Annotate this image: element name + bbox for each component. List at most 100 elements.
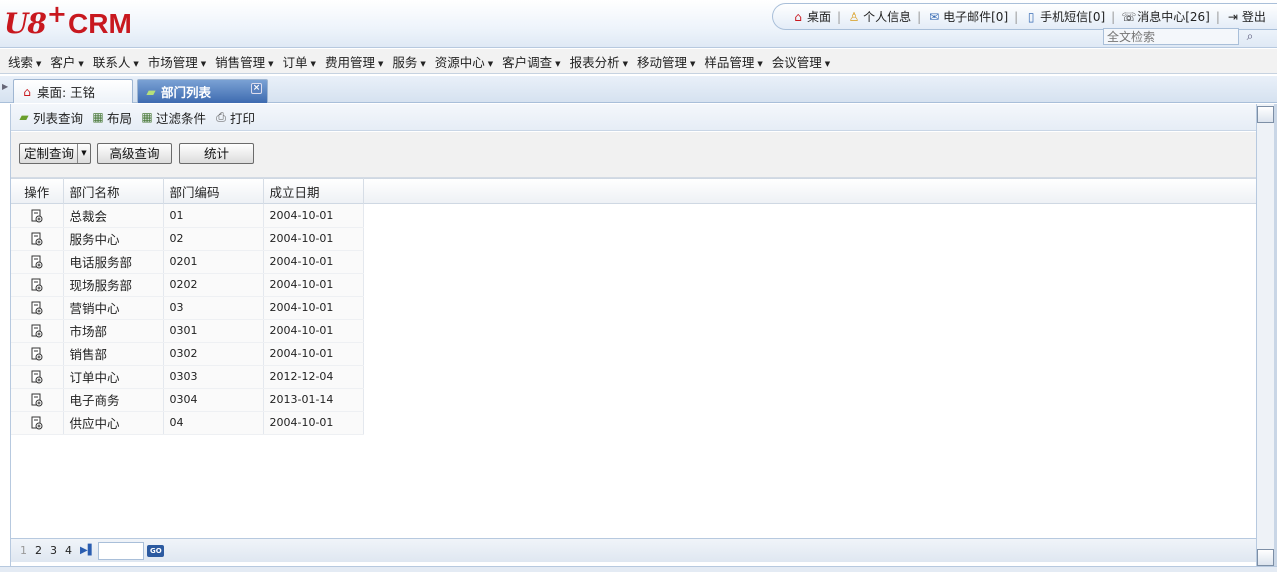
caret-down-icon: ▼ bbox=[310, 59, 316, 68]
table-row[interactable]: 营销中心 03 2004-10-01 bbox=[11, 296, 364, 320]
print-button[interactable]: ⎙ 打印 bbox=[214, 108, 255, 127]
menu-marketing[interactable]: 市场管理 ▼ bbox=[148, 52, 206, 71]
view-detail-icon[interactable] bbox=[30, 347, 44, 361]
sms-link[interactable]: ▯ 手机短信[0] bbox=[1024, 8, 1105, 25]
layout-button[interactable]: ▦ 布局 bbox=[91, 108, 132, 127]
tab-desktop-label: 桌面: 王铭 bbox=[37, 85, 96, 100]
profile-link[interactable]: ♙ 个人信息 bbox=[847, 8, 911, 25]
caret-down-icon: ▼ bbox=[420, 59, 426, 68]
table-row[interactable]: 销售部 0302 2004-10-01 bbox=[11, 342, 364, 366]
table-row[interactable]: 服务中心 02 2004-10-01 bbox=[11, 227, 364, 251]
menu-contacts[interactable]: 联系人 ▼ bbox=[93, 52, 139, 71]
go-button[interactable]: GO bbox=[147, 544, 165, 557]
view-detail-icon[interactable] bbox=[30, 301, 44, 315]
phone-icon: ▯ bbox=[1027, 9, 1035, 24]
view-detail-icon[interactable] bbox=[30, 324, 44, 338]
col-header-code[interactable]: 部门编码 bbox=[163, 178, 264, 204]
app-header: U8 + CRM ⌂ 桌面 | ♙ 个人信息 | ✉ 电子邮件[0] | ▯ 手机短信[… bbox=[0, 0, 1277, 48]
dept-code-cell: 02 bbox=[163, 227, 264, 251]
query-bar: 定制查询 ▼ 高级查询 统计 bbox=[11, 132, 1257, 178]
table-row[interactable]: 供应中心 04 2004-10-01 bbox=[11, 411, 364, 435]
row-action-cell bbox=[11, 411, 64, 435]
tab-desktop[interactable]: ⌂ 桌面: 王铭 bbox=[13, 79, 133, 103]
dropdown-arrow-icon[interactable]: ▼ bbox=[77, 144, 90, 163]
row-action-cell bbox=[11, 365, 64, 389]
collapse-handle-icon[interactable]: ▶ bbox=[2, 82, 8, 91]
profile-link-label: 个人信息 bbox=[863, 10, 912, 24]
list-query-label: 列表查询 bbox=[33, 110, 84, 126]
filter-button[interactable]: ▦ 过滤条件 bbox=[140, 108, 206, 127]
message-center-icon: ☏ bbox=[1121, 9, 1137, 24]
table-row[interactable]: 总裁会 01 2004-10-01 bbox=[11, 204, 364, 228]
menu-mobile[interactable]: 移动管理 ▼ bbox=[637, 52, 695, 71]
table-header-row: 操作 部门名称 部门编码 成立日期 bbox=[11, 178, 364, 204]
dept-code-cell: 0302 bbox=[163, 342, 264, 366]
menu-meetings[interactable]: 会议管理 ▼ bbox=[772, 52, 830, 71]
view-detail-icon[interactable] bbox=[30, 416, 44, 430]
scroll-down-button[interactable] bbox=[1257, 549, 1274, 566]
menu-resources[interactable]: 资源中心 ▼ bbox=[435, 52, 493, 71]
page-3[interactable]: 3 bbox=[50, 544, 57, 557]
search-icon[interactable]: ⌕ bbox=[1239, 28, 1261, 45]
row-action-cell bbox=[11, 227, 64, 251]
message-center-label: 消息中心[26] bbox=[1137, 10, 1210, 24]
row-action-cell bbox=[11, 296, 64, 320]
menu-customers[interactable]: 客户 ▼ bbox=[50, 52, 83, 71]
menu-surveys[interactable]: 客户调查 ▼ bbox=[502, 52, 560, 71]
tab-department-list[interactable]: ▰ 部门列表 × bbox=[137, 79, 268, 103]
view-detail-icon[interactable] bbox=[30, 370, 44, 384]
dept-name-cell: 销售部 bbox=[63, 342, 164, 366]
fulltext-search: ⌕ bbox=[1103, 28, 1261, 45]
row-action-cell bbox=[11, 319, 64, 343]
dept-name-cell: 服务中心 bbox=[63, 227, 164, 251]
caret-down-icon: ▼ bbox=[824, 59, 831, 68]
table-row[interactable]: 市场部 0301 2004-10-01 bbox=[11, 319, 364, 343]
custom-query-dropdown[interactable]: 定制查询 ▼ bbox=[19, 143, 91, 164]
advanced-query-button[interactable]: 高级查询 bbox=[97, 143, 172, 164]
statistics-button[interactable]: 统计 bbox=[179, 143, 254, 164]
dept-date-cell: 2012-12-04 bbox=[263, 365, 364, 389]
caret-down-icon: ▼ bbox=[133, 59, 139, 68]
menu-service[interactable]: 服务 ▼ bbox=[392, 52, 425, 71]
table-row[interactable]: 现场服务部 0202 2004-10-01 bbox=[11, 273, 364, 297]
fulltext-search-input[interactable] bbox=[1103, 28, 1239, 45]
caret-down-icon: ▼ bbox=[689, 59, 696, 68]
dept-name-cell: 电子商务 bbox=[63, 388, 164, 412]
table-row[interactable]: 电话服务部 0201 2004-10-01 bbox=[11, 250, 364, 274]
dept-date-cell: 2004-10-01 bbox=[263, 204, 364, 228]
col-header-date[interactable]: 成立日期 bbox=[263, 178, 364, 204]
page-4[interactable]: 4 bbox=[65, 544, 72, 557]
list-toolbar: ▰ 列表查询 ▦ 布局 ▦ 过滤条件 ⎙ 打印 bbox=[11, 104, 1257, 131]
list-query-button[interactable]: ▰ 列表查询 bbox=[17, 108, 83, 127]
message-center-link[interactable]: ☏ 消息中心[26] bbox=[1121, 8, 1210, 25]
scroll-up-button[interactable] bbox=[1257, 106, 1274, 123]
layout-label: 布局 bbox=[107, 110, 133, 126]
menu-orders[interactable]: 订单 ▼ bbox=[283, 52, 316, 71]
dept-date-cell: 2004-10-01 bbox=[263, 227, 364, 251]
page-number-input[interactable] bbox=[98, 541, 145, 560]
col-header-name[interactable]: 部门名称 bbox=[63, 178, 164, 204]
table-row[interactable]: 订单中心 0303 2012-12-04 bbox=[11, 365, 364, 389]
vertical-scrollbar[interactable] bbox=[1256, 104, 1274, 568]
view-detail-icon[interactable] bbox=[30, 393, 44, 407]
view-detail-icon[interactable] bbox=[30, 255, 44, 269]
dept-date-cell: 2013-01-14 bbox=[263, 388, 364, 412]
home-icon: ⌂ bbox=[23, 84, 31, 99]
menu-leads[interactable]: 线索 ▼ bbox=[8, 52, 41, 71]
menu-reports[interactable]: 报表分析 ▼ bbox=[570, 52, 628, 71]
logout-link[interactable]: ⇥ 登出 bbox=[1226, 8, 1266, 25]
desktop-link-label: 桌面 bbox=[807, 10, 832, 24]
table-row[interactable]: 电子商务 0304 2013-01-14 bbox=[11, 388, 364, 412]
menu-samples[interactable]: 样品管理 ▼ bbox=[704, 52, 762, 71]
menu-sales[interactable]: 销售管理 ▼ bbox=[215, 52, 273, 71]
dept-code-cell: 0301 bbox=[163, 319, 264, 343]
view-detail-icon[interactable] bbox=[30, 209, 44, 223]
close-icon[interactable]: × bbox=[251, 83, 262, 94]
page-2[interactable]: 2 bbox=[35, 544, 42, 557]
desktop-link[interactable]: ⌂ 桌面 bbox=[791, 8, 831, 25]
view-detail-icon[interactable] bbox=[30, 232, 44, 246]
email-link[interactable]: ✉ 电子邮件[0] bbox=[927, 8, 1008, 25]
menu-expenses[interactable]: 费用管理 ▼ bbox=[325, 52, 383, 71]
view-detail-icon[interactable] bbox=[30, 278, 44, 292]
last-page-icon[interactable]: ▶▌ bbox=[80, 545, 95, 556]
